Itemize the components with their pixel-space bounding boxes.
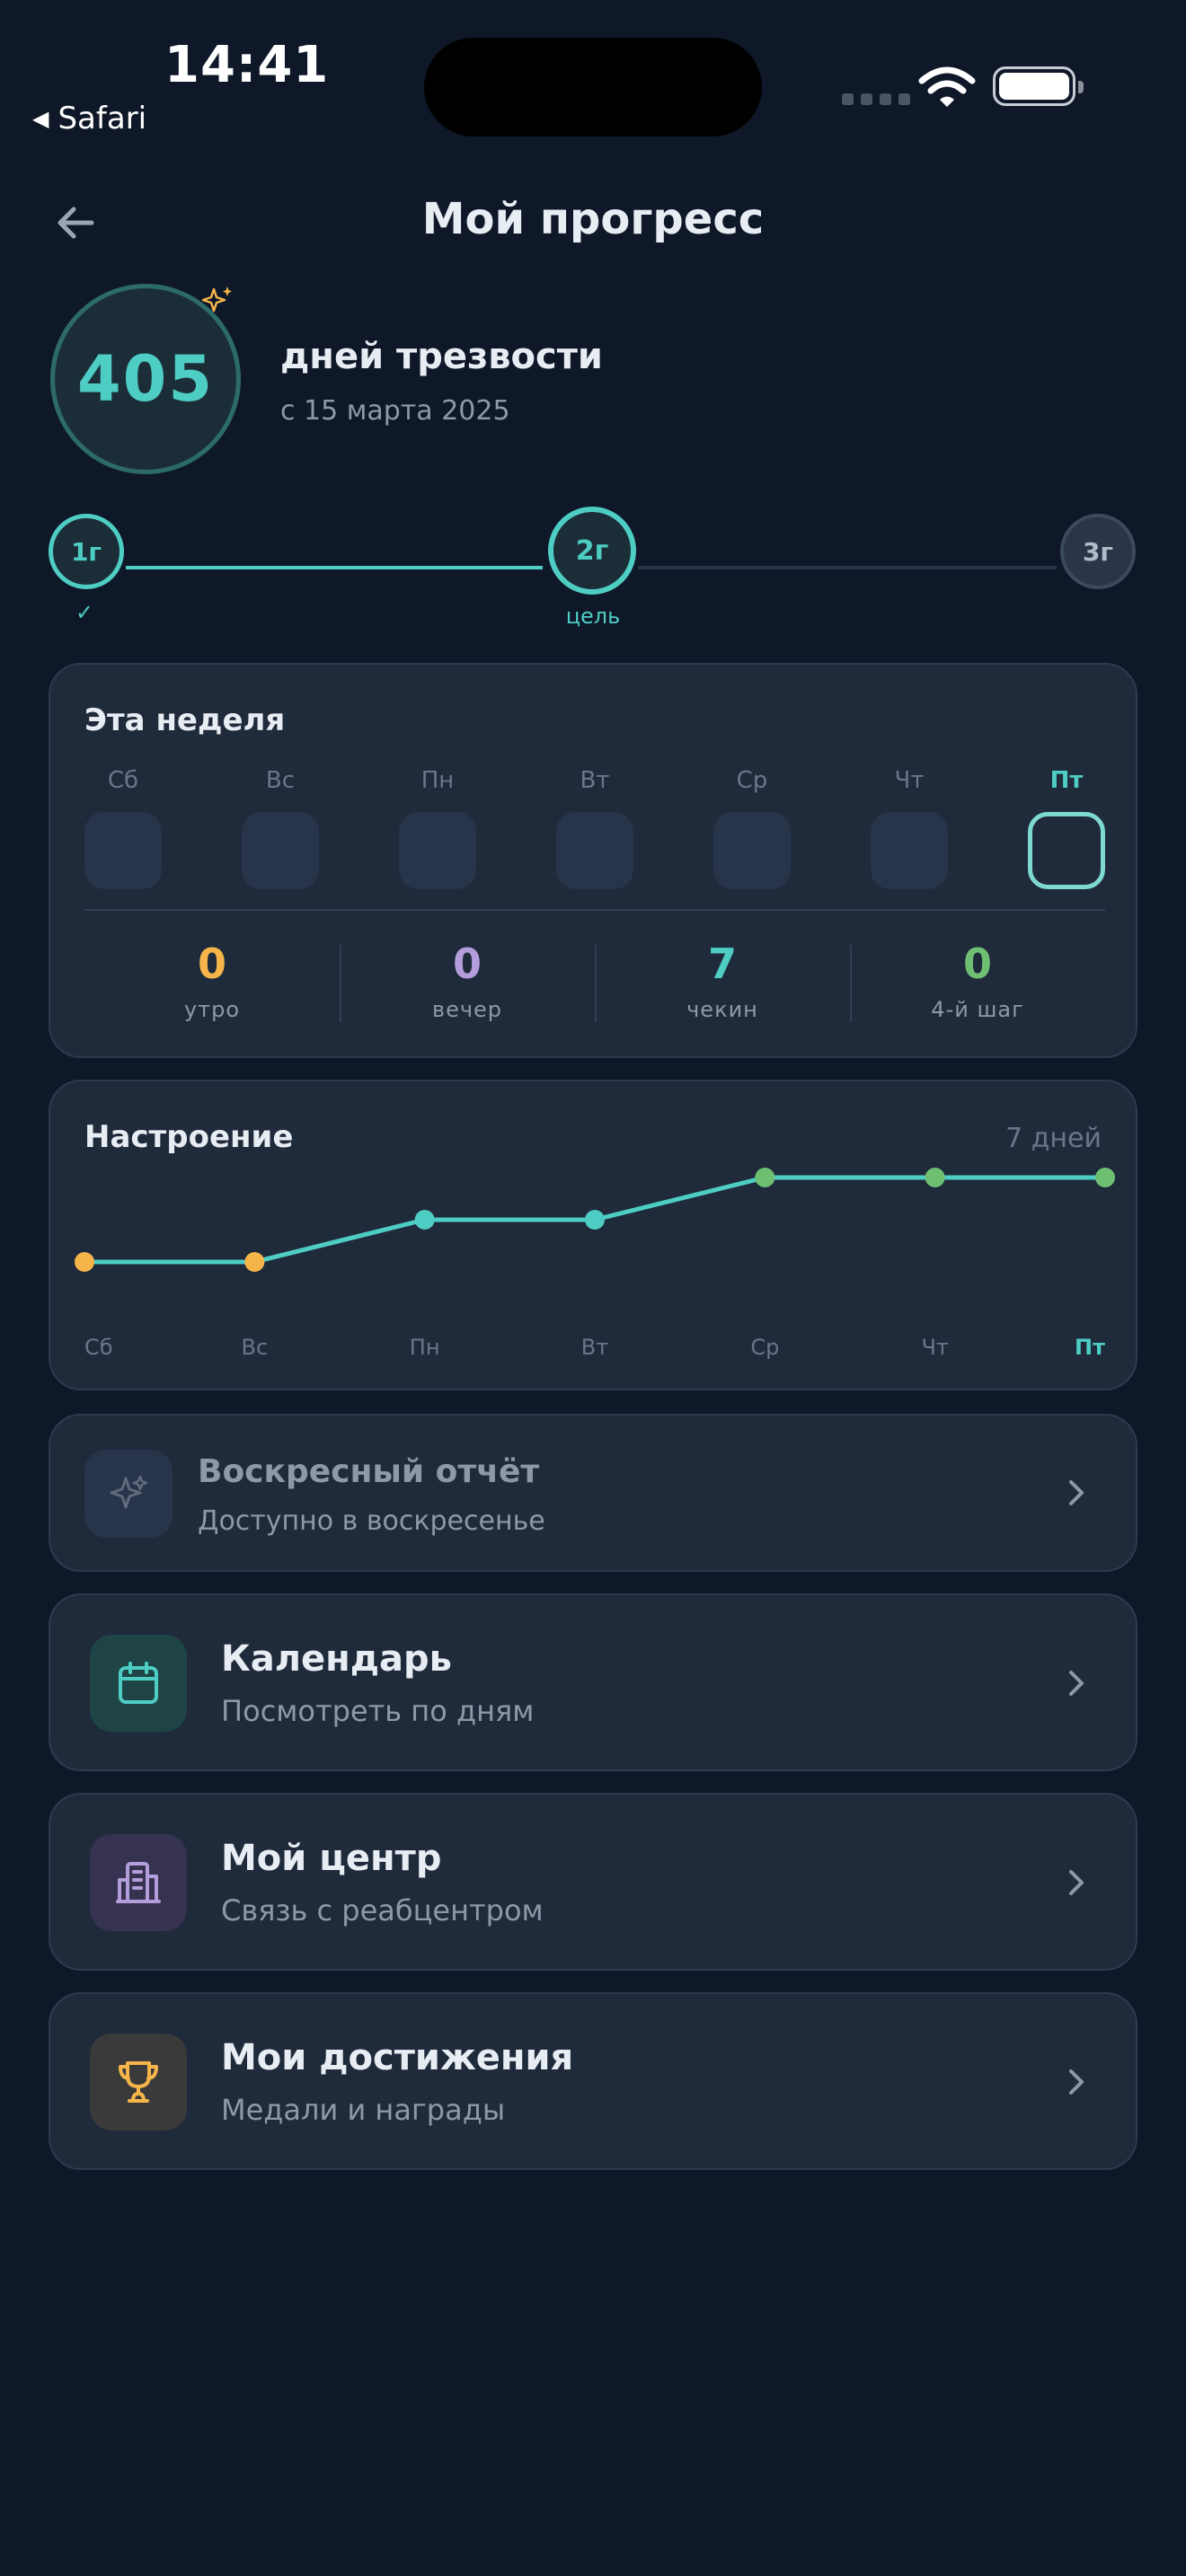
mood-point bbox=[244, 1252, 265, 1272]
day-box bbox=[871, 812, 948, 889]
nav-title: Мой центр bbox=[221, 1838, 442, 1879]
mood-point bbox=[1095, 1168, 1115, 1187]
nav-subtitle: Медали и награды bbox=[221, 2093, 506, 2127]
progress-screen: 14:41 ◀ Safari Мой прогресс 405 дней тре… bbox=[0, 0, 1186, 2576]
this-week-card: Эта неделя Сб Вс Пн Вт Ср Чт Пт 0 утро 0… bbox=[49, 663, 1137, 1058]
day-cell[interactable]: Пн bbox=[399, 767, 476, 889]
stat-morning: 0 утро bbox=[84, 940, 340, 1022]
milestone-remaining-line bbox=[638, 566, 1057, 569]
day-cell[interactable]: Вс bbox=[242, 767, 319, 889]
stat-value: 0 bbox=[962, 940, 992, 988]
mood-point bbox=[925, 1168, 945, 1187]
chevron-right-icon bbox=[1069, 1671, 1084, 1696]
trophy-icon bbox=[90, 2033, 187, 2130]
day-label: Чт bbox=[894, 767, 925, 794]
day-label: Ср bbox=[736, 767, 768, 794]
week-days-row: Сб Вс Пн Вт Ср Чт Пт bbox=[84, 767, 1105, 889]
day-label: Вс bbox=[265, 767, 296, 794]
dynamic-island bbox=[424, 38, 762, 137]
calendar-icon bbox=[90, 1635, 187, 1732]
status-time: 14:41 bbox=[164, 36, 330, 94]
milestone-3-year: 3г bbox=[1060, 514, 1136, 589]
day-cell[interactable]: Чт bbox=[871, 767, 948, 889]
week-title: Эта неделя bbox=[84, 702, 286, 738]
divider bbox=[84, 909, 1105, 911]
stat-value: 0 bbox=[197, 940, 226, 988]
back-to-app-link[interactable]: ◀ Safari bbox=[32, 101, 146, 137]
building-icon bbox=[90, 1834, 187, 1931]
mood-tick-label: Ср bbox=[750, 1335, 779, 1360]
mood-tick-label: Сб bbox=[84, 1335, 113, 1360]
milestone-2-year: 2г bbox=[548, 507, 636, 595]
stat-label: 4-й шаг bbox=[931, 997, 1024, 1022]
stat-evening: 0 вечер bbox=[340, 940, 595, 1022]
chevron-right-icon bbox=[1069, 1480, 1084, 1505]
mood-tick-label: Пт bbox=[1075, 1335, 1105, 1360]
nav-subtitle: Посмотреть по дням bbox=[221, 1694, 535, 1728]
day-cell-today[interactable]: Пт bbox=[1028, 767, 1105, 889]
chevron-right-icon bbox=[1069, 1870, 1084, 1895]
days-count: 405 bbox=[76, 342, 215, 416]
milestone-progress-line bbox=[126, 566, 543, 569]
day-label: Пн bbox=[420, 767, 455, 794]
mood-tick-label: Пн bbox=[410, 1335, 440, 1360]
calendar-card[interactable]: Календарь Посмотреть по дням bbox=[49, 1593, 1137, 1771]
mood-point bbox=[755, 1168, 775, 1187]
stat-step4: 0 4-й шаг bbox=[850, 940, 1105, 1022]
day-box bbox=[399, 812, 476, 889]
stat-label: чекин bbox=[686, 997, 758, 1022]
wifi-icon bbox=[918, 66, 976, 107]
stat-value: 7 bbox=[707, 940, 737, 988]
day-box bbox=[242, 812, 319, 889]
mood-point bbox=[585, 1210, 605, 1230]
weekly-report-card[interactable]: Воскресный отчёт Доступно в воскресенье bbox=[49, 1414, 1137, 1572]
sparkle-icon bbox=[84, 1450, 173, 1538]
back-app-label: Safari bbox=[58, 101, 147, 137]
nav-subtitle: Доступно в воскресенье bbox=[198, 1505, 545, 1537]
day-box bbox=[556, 812, 633, 889]
mood-tick-label: Чт bbox=[921, 1335, 948, 1360]
day-cell[interactable]: Сб bbox=[84, 767, 162, 889]
day-cell[interactable]: Ср bbox=[713, 767, 791, 889]
day-label: Вт bbox=[580, 767, 610, 794]
mood-tick-label: Вт bbox=[581, 1335, 608, 1360]
days-label: дней трезвости bbox=[280, 336, 603, 377]
mood-tick-label: Вс bbox=[241, 1335, 268, 1360]
nav-title: Мои достижения bbox=[221, 2037, 574, 2078]
battery-icon bbox=[993, 66, 1084, 106]
my-center-card[interactable]: Мой центр Связь с реабцентром bbox=[49, 1793, 1137, 1971]
milestone-1-year: 1г bbox=[49, 514, 124, 589]
mood-point bbox=[414, 1210, 435, 1230]
stat-value: 0 bbox=[452, 940, 482, 988]
milestone-done-check: ✓ bbox=[75, 600, 94, 625]
page-title: Мой прогресс bbox=[421, 194, 765, 244]
sparkle-icon bbox=[201, 287, 232, 313]
mood-chart: Сб Вс Пн Вт Ср Чт Пт bbox=[75, 1168, 1115, 1360]
stat-label: утро bbox=[183, 997, 241, 1022]
week-stats: 0 утро 0 вечер 7 чекин 0 4-й шаг bbox=[84, 940, 1105, 1022]
day-box bbox=[1028, 812, 1105, 889]
nav-subtitle: Связь с реабцентром bbox=[221, 1893, 544, 1928]
mood-point bbox=[75, 1252, 94, 1272]
stat-checkin: 7 чекин bbox=[595, 940, 850, 1022]
day-label: Сб bbox=[107, 767, 139, 794]
chevron-right-icon bbox=[1069, 2069, 1084, 2095]
stat-label: вечер bbox=[431, 997, 503, 1022]
day-box bbox=[84, 812, 162, 889]
cellular-signal-icon bbox=[842, 93, 910, 105]
day-box bbox=[713, 812, 791, 889]
day-cell[interactable]: Вт bbox=[556, 767, 633, 889]
mood-card[interactable]: Настроение 7 дней Сб Вс Пн Вт Ср Чт Пт bbox=[49, 1080, 1137, 1390]
nav-title: Воскресный отчёт bbox=[198, 1453, 540, 1490]
day-label: Пт bbox=[1049, 767, 1084, 794]
achievements-card[interactable]: Мои достижения Медали и награды bbox=[49, 1992, 1137, 2170]
since-date: с 15 марта 2025 bbox=[280, 395, 510, 427]
nav-title: Календарь bbox=[221, 1638, 452, 1680]
back-triangle-icon: ◀ bbox=[32, 106, 49, 131]
milestone-goal-label: цель bbox=[565, 604, 621, 629]
